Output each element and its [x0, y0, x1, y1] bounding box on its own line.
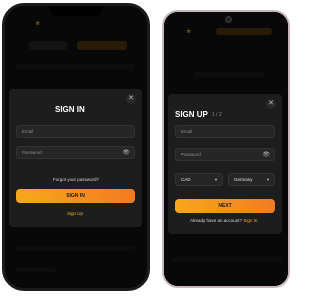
forgot-password-link[interactable]: Forgot your password?	[53, 177, 99, 182]
app-screen-right: ★ ✕ SIGN UP 1 / 2 Email Password 👁 CAD ▼…	[164, 12, 288, 286]
next-button[interactable]: NEXT	[175, 199, 275, 213]
currency-select[interactable]: CAD ▼	[175, 173, 223, 186]
eye-icon[interactable]: 👁	[122, 149, 130, 156]
email-placeholder: Email	[181, 129, 193, 134]
signin-modal: ✕ SIGN IN Email Password 👁 Forgot your p…	[9, 89, 142, 227]
email-field[interactable]: Email	[16, 125, 135, 138]
signin-button[interactable]: SIGN IN	[16, 189, 135, 203]
phone-notch	[49, 6, 103, 16]
eye-icon[interactable]: 👁	[262, 151, 270, 158]
email-placeholder: Email	[22, 129, 34, 134]
have-account-text: Already have an account? Sign In	[190, 218, 257, 223]
password-field[interactable]: Password 👁	[175, 148, 275, 161]
country-select[interactable]: Germany ▼	[228, 173, 275, 186]
signup-title: SIGN UP	[175, 110, 208, 119]
chevron-down-icon: ▼	[214, 177, 218, 182]
email-field[interactable]: Email	[175, 125, 275, 138]
camera-icon	[225, 16, 232, 23]
country-value: Germany	[234, 177, 253, 182]
phone-right: ★ ✕ SIGN UP 1 / 2 Email Password 👁 CAD ▼…	[162, 10, 290, 288]
signin-link[interactable]: Sign In	[243, 218, 257, 223]
signup-link[interactable]: Sign Up	[67, 211, 83, 216]
phone-left: ★ ✕ SIGN IN Email Password 👁 Forgot your…	[2, 3, 150, 291]
have-account-label: Already have an account?	[190, 218, 243, 223]
chevron-down-icon: ▼	[266, 177, 270, 182]
password-placeholder: Password	[181, 152, 201, 157]
signup-step: 1 / 2	[212, 112, 222, 118]
close-icon[interactable]: ✕	[266, 99, 276, 109]
signin-title: SIGN IN	[55, 105, 85, 114]
password-placeholder: Password	[22, 150, 42, 155]
close-icon[interactable]: ✕	[126, 94, 136, 104]
currency-value: CAD	[181, 177, 191, 182]
signup-modal: ✕ SIGN UP 1 / 2 Email Password 👁 CAD ▼ G…	[168, 94, 282, 234]
password-field[interactable]: Password 👁	[16, 146, 135, 159]
app-screen-left: ★ ✕ SIGN IN Email Password 👁 Forgot your…	[5, 6, 147, 288]
